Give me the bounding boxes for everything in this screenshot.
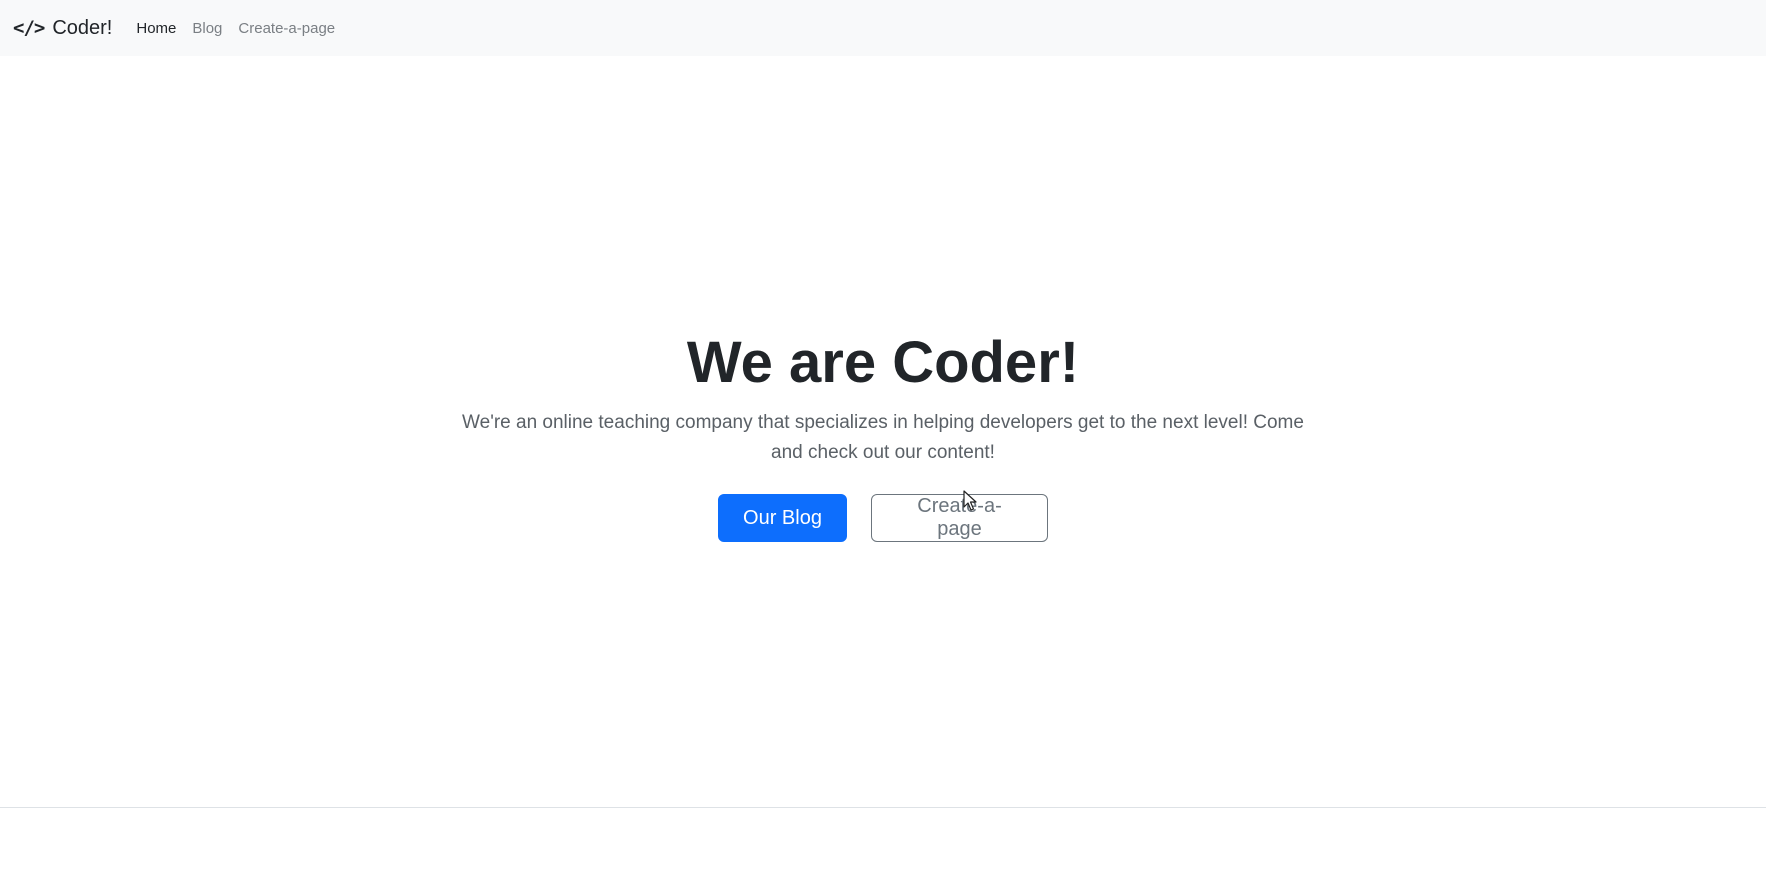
code-icon: </> [13,17,45,39]
hero-section: We are Coder! We're an online teaching c… [0,328,1766,542]
nav-link-blog[interactable]: Blog [192,20,222,37]
brand-link[interactable]: </> Coder! [13,17,112,40]
hero-lead: We're an online teaching company that sp… [462,412,1304,463]
our-blog-button[interactable]: Our Blog [718,494,847,542]
brand-name: Coder! [52,16,113,39]
nav-link-home[interactable]: Home [136,20,176,37]
nav-link-create-a-page[interactable]: Create-a-page [238,20,335,37]
hero-actions: Our Blog Create-a-page [0,494,1766,542]
footer-divider [0,807,1766,808]
navbar: </> Coder! Home Blog Create-a-page [0,0,1766,56]
mouse-pointer-icon [963,490,977,511]
create-a-page-button[interactable]: Create-a-page [871,494,1048,542]
hero-title: We are Coder! [686,330,1080,395]
